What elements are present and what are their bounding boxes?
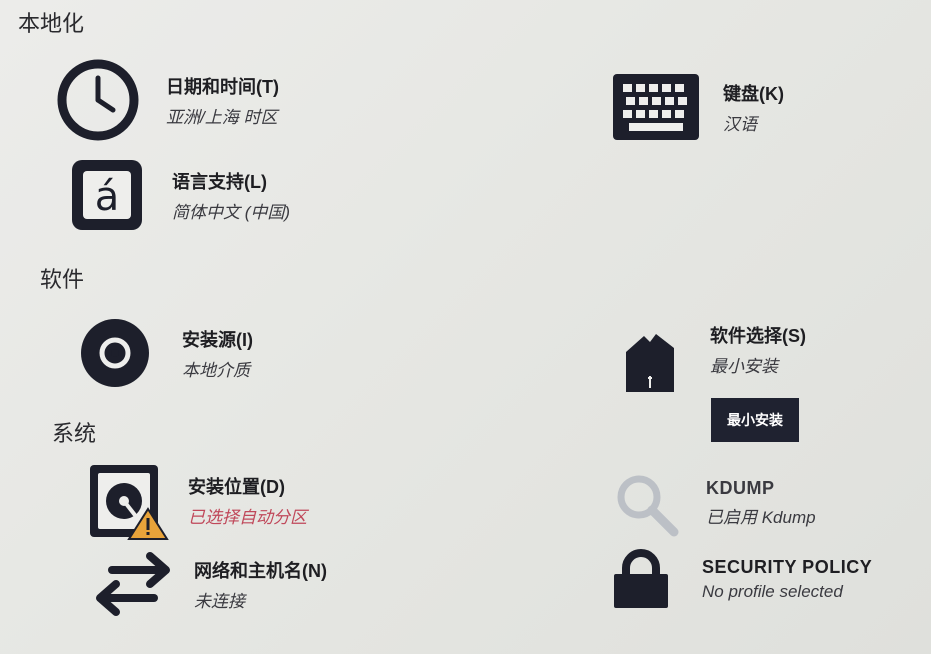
- harddisk-warning-icon: [88, 463, 170, 541]
- spoke-datetime-title: 日期和时间(T): [166, 76, 279, 97]
- spoke-network-title: 网络和主机名(N): [194, 560, 327, 581]
- spoke-kdump-title: KDUMP: [706, 478, 775, 498]
- spoke-source-title: 安装源(I): [182, 329, 253, 350]
- lock-icon: [612, 548, 670, 610]
- spoke-language-title: 语言支持(L): [172, 171, 267, 192]
- language-glyph: á: [95, 174, 120, 220]
- section-title-localization: 本地化: [18, 11, 85, 36]
- spoke-kdump-status: 已启用 Kdump: [706, 508, 816, 527]
- network-arrows-icon: [96, 552, 170, 616]
- spoke-source[interactable]: 安装源(I) 本地介质: [80, 318, 253, 388]
- language-icon: á: [70, 158, 144, 232]
- spoke-network[interactable]: 网络和主机名(N) 未连接: [96, 552, 327, 616]
- spoke-software-title: 软件选择(S): [710, 325, 806, 346]
- spoke-destination-title: 安装位置(D): [188, 476, 285, 497]
- disc-icon: [80, 318, 150, 388]
- spoke-datetime[interactable]: 日期和时间(T) 亚洲/上海 时区: [56, 58, 279, 142]
- spoke-kdump[interactable]: KDUMP 已启用 Kdump: [614, 472, 816, 538]
- spoke-security-title: SECURITY POLICY: [702, 556, 873, 577]
- spoke-software-status: 最小安装: [710, 356, 778, 376]
- clock-icon: [56, 58, 140, 142]
- search-icon: [614, 472, 680, 538]
- spoke-keyboard[interactable]: 键盘(K) 汉语: [613, 74, 784, 140]
- spoke-keyboard-title: 键盘(K): [723, 83, 784, 104]
- spoke-keyboard-status: 汉语: [723, 114, 757, 134]
- keyboard-icon: [613, 74, 699, 140]
- spoke-language-status: 简体中文 (中国): [172, 202, 291, 222]
- section-title-software: 软件: [40, 267, 85, 292]
- software-tooltip: 最小安装: [711, 398, 799, 442]
- spoke-security[interactable]: SECURITY POLICY No profile selected: [612, 548, 872, 610]
- spoke-security-status: No profile selected: [702, 581, 843, 601]
- spoke-destination[interactable]: 安装位置(D) 已选择自动分区: [88, 463, 307, 541]
- spoke-datetime-status: 亚洲/上海 时区: [166, 107, 278, 127]
- spoke-network-status: 未连接: [194, 591, 245, 611]
- spoke-language[interactable]: á 语言支持(L) 简体中文 (中国): [70, 158, 290, 232]
- package-icon: [620, 328, 680, 400]
- spoke-source-status: 本地介质: [182, 360, 250, 380]
- section-title-system: 系统: [52, 421, 97, 446]
- spoke-software[interactable]: 软件选择(S) 最小安装: [620, 326, 806, 400]
- spoke-destination-status: 已选择自动分区: [188, 507, 307, 527]
